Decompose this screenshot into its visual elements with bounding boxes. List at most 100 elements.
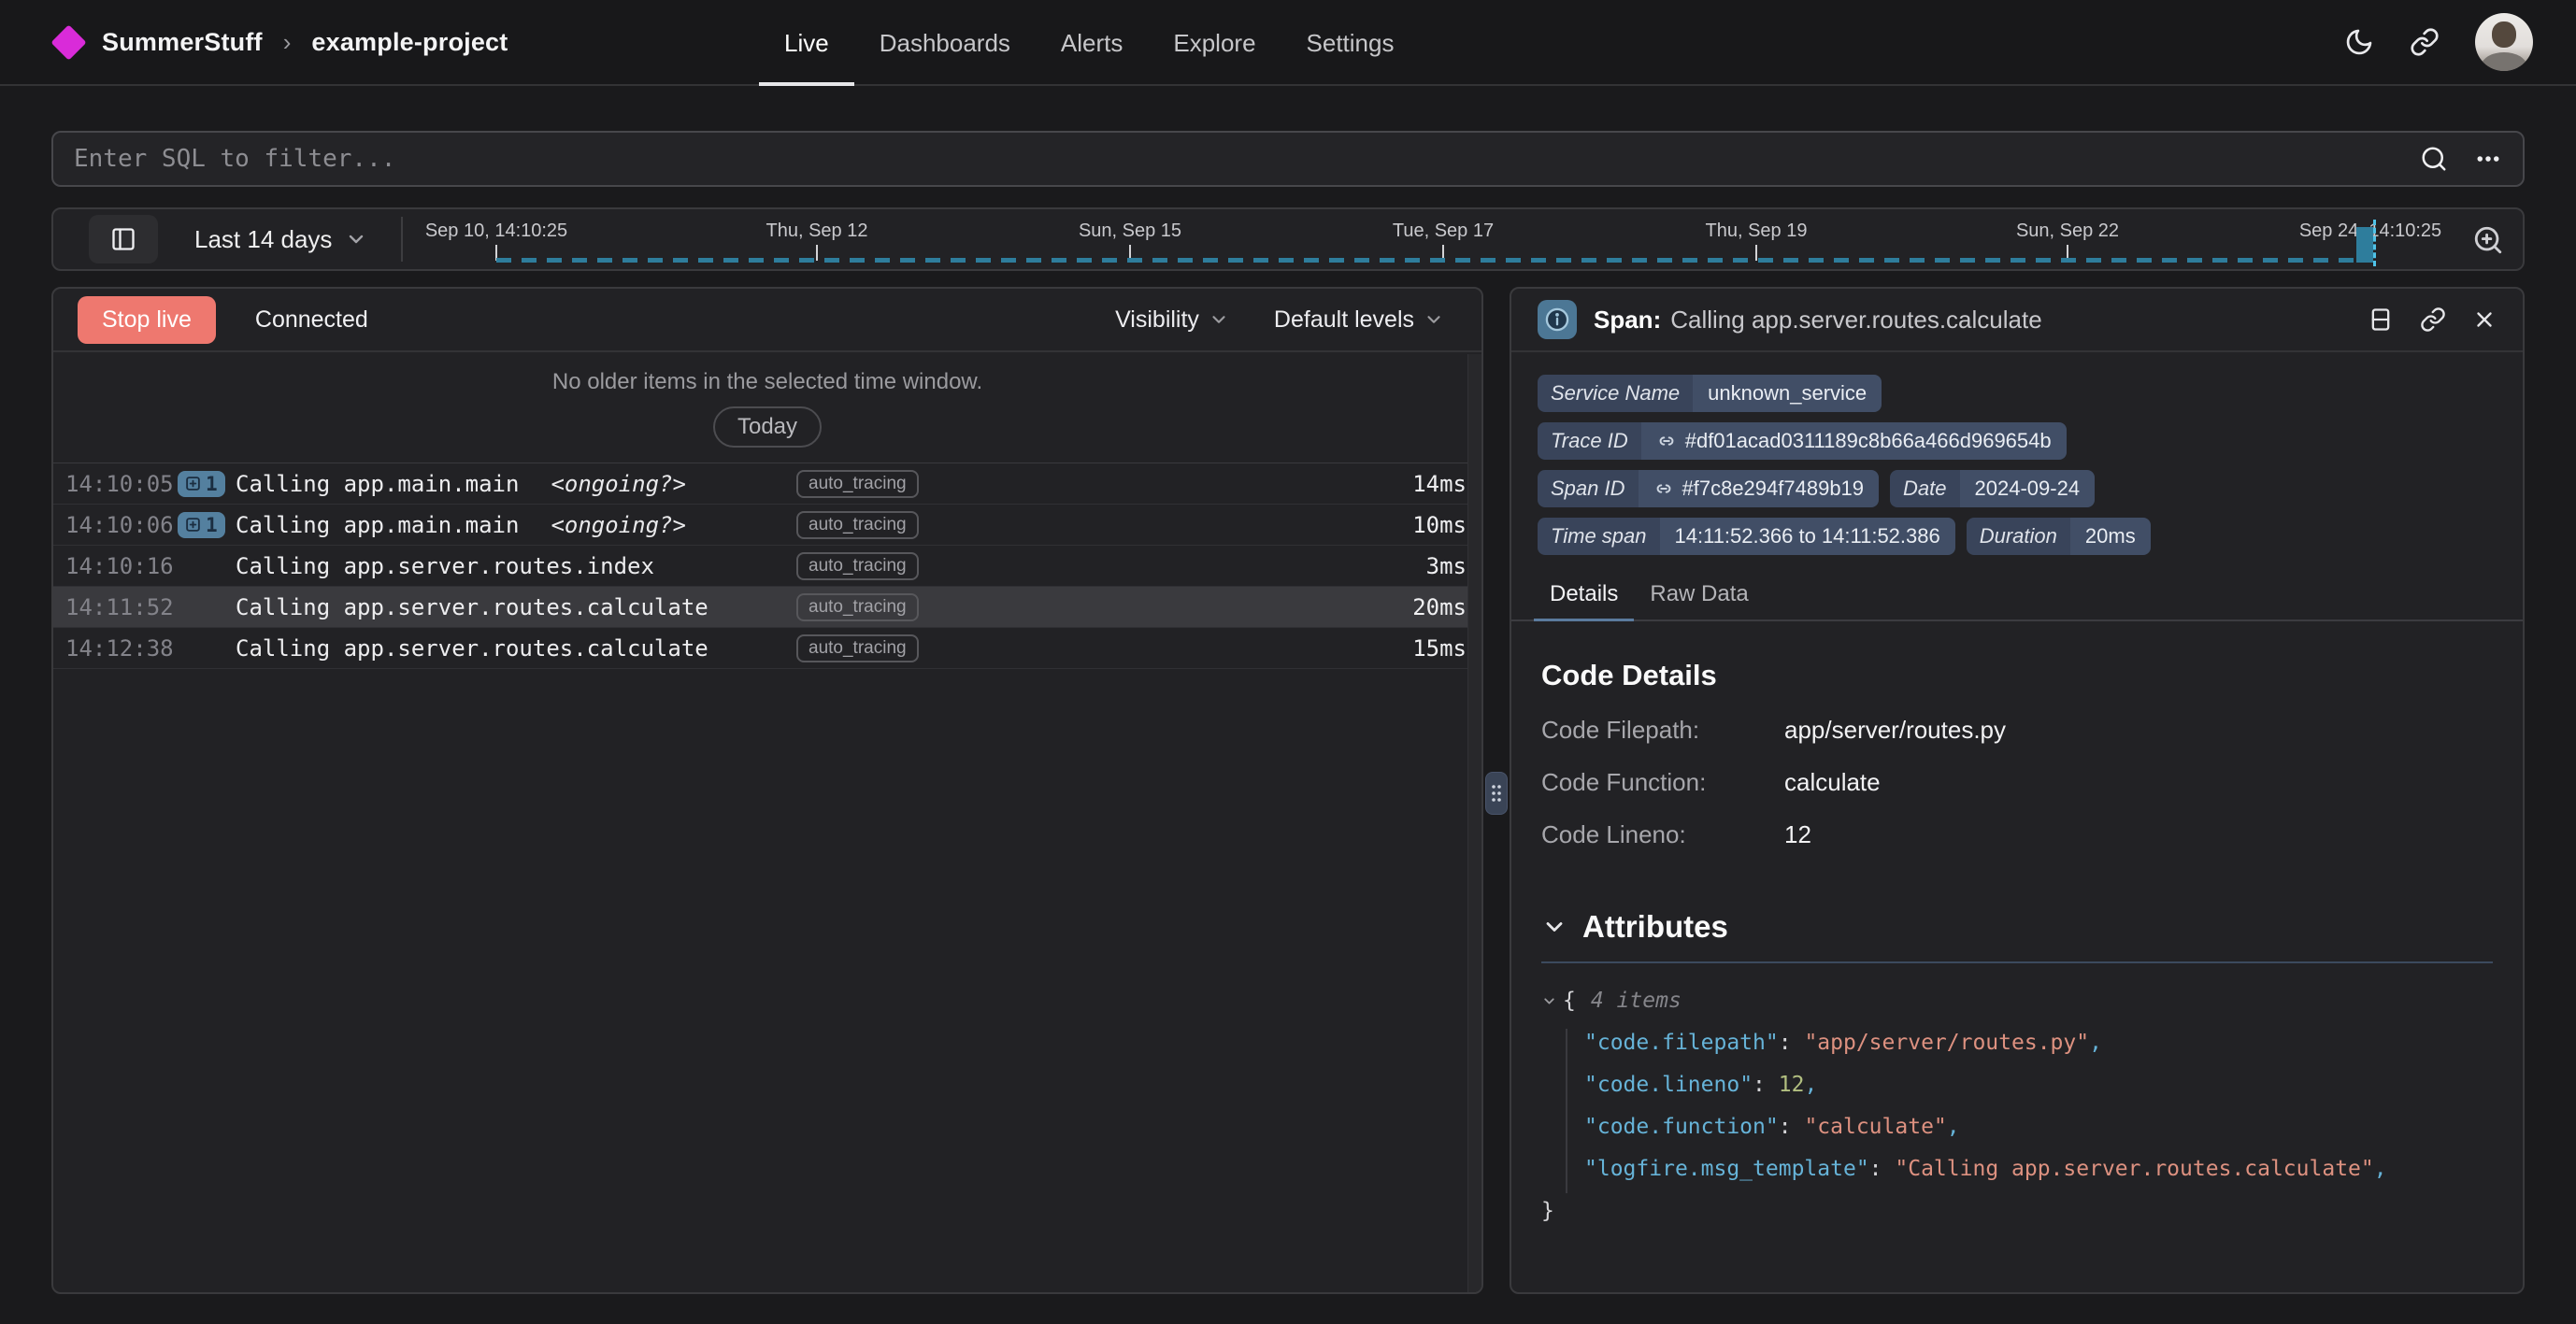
breadcrumb: SummerStuff › example-project <box>56 28 508 57</box>
dark-mode-moon-icon[interactable] <box>2344 27 2374 57</box>
row-message: Calling app.main.main<ongoing?> <box>236 512 796 538</box>
detail-tabs: Details Raw Data <box>1511 572 2523 621</box>
tab-alerts[interactable]: Alerts <box>1036 0 1148 86</box>
scrollbar[interactable] <box>1467 354 1481 1292</box>
log-row[interactable]: 14:10:16 Calling app.server.routes.index… <box>53 546 1481 587</box>
row-duration: 20ms <box>1412 594 1467 620</box>
visibility-dropdown[interactable]: Visibility <box>1115 306 1229 334</box>
live-panel-header: Stop live Connected Visibility Default l… <box>53 289 1481 352</box>
badge-value: 2024-09-24 <box>1960 470 2096 507</box>
json-entry: code.functioncalculate <box>1541 1106 2493 1148</box>
tag-auto-tracing[interactable]: auto_tracing <box>796 511 919 539</box>
search-icon[interactable] <box>2420 145 2448 173</box>
sidebar-toggle-button[interactable] <box>89 215 158 263</box>
attributes-heading: Attributes <box>1582 909 1728 945</box>
project-name[interactable]: example-project <box>311 28 508 57</box>
link-icon <box>1656 431 1677 451</box>
json-entry: logfire.msg_templateCalling app.server.r… <box>1541 1148 2493 1190</box>
empty-window-message: No older items in the selected time wind… <box>53 369 1481 395</box>
chevron-down-icon <box>1541 914 1567 940</box>
tag-auto-tracing[interactable]: auto_tracing <box>796 634 919 662</box>
collapsed-count: 1 <box>206 514 218 536</box>
drag-dots-icon <box>1490 782 1503 804</box>
log-row-selected[interactable]: 14:11:52 Calling app.server.routes.calcu… <box>53 587 1481 628</box>
attributes-json-tree: { 4 items code.filepathapp/server/routes… <box>1541 980 2493 1232</box>
log-rows: 14:10:05 1 Calling app.main.main<ongoing… <box>53 463 1481 669</box>
items-count: 4 items <box>1591 980 1682 1022</box>
log-row[interactable]: 14:10:06 1 Calling app.main.main<ongoing… <box>53 505 1481 546</box>
json-entry: code.lineno12 <box>1541 1064 2493 1106</box>
trace-id-badge[interactable]: Trace ID #df01acad0311189c8b66a466d96965… <box>1538 422 2067 460</box>
duration-badge: Duration 20ms <box>1967 518 2151 555</box>
collapse-chevron-icon[interactable] <box>1541 993 1557 1009</box>
split-panel-icon[interactable] <box>2368 306 2394 333</box>
logfire-logo-icon <box>50 24 86 60</box>
divider <box>1541 961 2493 963</box>
badge-label: Span ID <box>1538 470 1639 507</box>
tab-dashboards[interactable]: Dashboards <box>854 0 1036 86</box>
ongoing-suffix: <ongoing?> <box>551 471 686 497</box>
copy-link-icon[interactable] <box>2420 306 2446 333</box>
timeline-tick-label: Sep 10, 14:10:25 <box>425 221 567 242</box>
top-nav: SummerStuff › example-project Live Dashb… <box>0 0 2576 86</box>
row-duration: 14ms <box>1412 471 1467 497</box>
tab-live[interactable]: Live <box>759 0 854 86</box>
log-row[interactable]: 14:12:38 Calling app.server.routes.calcu… <box>53 628 1481 669</box>
timeline-now-cursor[interactable] <box>2373 220 2376 266</box>
ongoing-suffix: <ongoing?> <box>551 512 686 538</box>
chevron-down-icon <box>1209 309 1229 330</box>
tag-auto-tracing[interactable]: auto_tracing <box>796 593 919 621</box>
service-name-badge: Service Name unknown_service <box>1538 375 1882 412</box>
tag-auto-tracing[interactable]: auto_tracing <box>796 552 919 580</box>
tag-auto-tracing[interactable]: auto_tracing <box>796 470 919 498</box>
badge-value: #f7c8e294f7489b19 <box>1639 470 1880 507</box>
chevron-down-icon <box>345 228 367 250</box>
code-lineno-value: 12 <box>1784 820 2493 849</box>
time-range-dropdown[interactable]: Last 14 days <box>194 209 367 269</box>
timeline-tick-label: Sun, Sep 22 <box>2016 221 2119 242</box>
link-icon <box>1653 478 1674 499</box>
span-panel-header: Span:Calling app.server.routes.calculate <box>1511 289 2523 352</box>
visibility-label: Visibility <box>1115 306 1199 334</box>
row-message: Calling app.server.routes.calculate <box>236 594 796 620</box>
tab-raw-data[interactable]: Raw Data <box>1634 572 1764 619</box>
code-filepath-value: app/server/routes.py <box>1784 716 2493 745</box>
badge-value: 20ms <box>2070 518 2151 555</box>
user-avatar[interactable] <box>2475 13 2533 71</box>
json-indent-guide <box>1566 1029 1567 1193</box>
tab-explore[interactable]: Explore <box>1148 0 1281 86</box>
date-badge: Date 2024-09-24 <box>1890 470 2095 507</box>
log-row[interactable]: 14:10:05 1 Calling app.main.main<ongoing… <box>53 463 1481 505</box>
span-id-badge[interactable]: Span ID #f7c8e294f7489b19 <box>1538 470 1879 507</box>
close-icon[interactable] <box>2472 307 2497 332</box>
code-lineno-row: Code Lineno: 12 <box>1541 820 2493 849</box>
default-levels-dropdown[interactable]: Default levels <box>1274 306 1444 334</box>
zoom-in-icon[interactable] <box>2472 224 2504 256</box>
info-icon <box>1538 300 1577 339</box>
collapsed-spans-badge[interactable]: 1 <box>178 512 225 538</box>
code-filepath-label: Code Filepath: <box>1541 716 1784 745</box>
collapsed-spans-badge[interactable]: 1 <box>178 471 225 497</box>
code-filepath-row: Code Filepath: app/server/routes.py <box>1541 716 2493 745</box>
stop-live-button[interactable]: Stop live <box>78 296 216 344</box>
more-options-icon[interactable] <box>2474 145 2502 173</box>
json-root-line[interactable]: { 4 items <box>1541 980 2493 1022</box>
tab-settings[interactable]: Settings <box>1281 0 1420 86</box>
badge-label: Time span <box>1538 518 1660 555</box>
code-function-label: Code Function: <box>1541 768 1784 797</box>
live-log-panel: Stop live Connected Visibility Default l… <box>51 287 1483 1294</box>
timeline-activity-spike <box>2356 227 2373 263</box>
row-timestamp: 14:10:05 <box>65 471 178 497</box>
today-button[interactable]: Today <box>713 406 822 448</box>
attributes-section-toggle[interactable]: Attributes <box>1541 909 2493 945</box>
default-levels-label: Default levels <box>1274 306 1414 334</box>
row-duration: 3ms <box>1426 553 1467 579</box>
share-link-icon[interactable] <box>2410 27 2440 57</box>
plus-square-icon <box>185 517 201 533</box>
row-timestamp: 14:10:06 <box>65 512 178 538</box>
json-close-line: } <box>1541 1190 2493 1232</box>
workspace-name[interactable]: SummerStuff <box>102 28 263 57</box>
panel-resize-handle[interactable] <box>1485 772 1508 815</box>
tab-details[interactable]: Details <box>1534 572 1634 619</box>
sql-filter-bar[interactable]: Enter SQL to filter... <box>51 131 2525 187</box>
